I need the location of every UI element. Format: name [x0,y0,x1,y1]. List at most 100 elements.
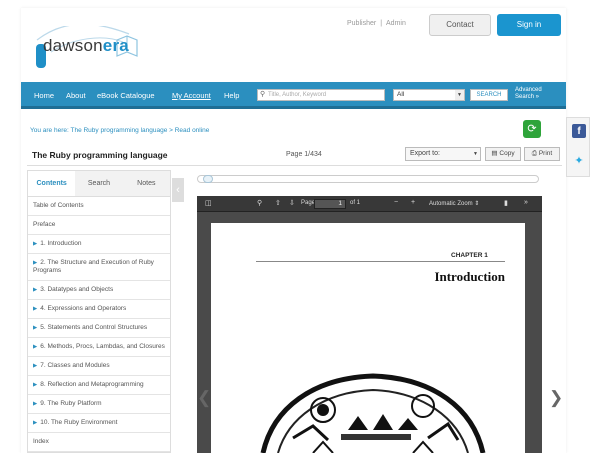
toc-item-label: 1. Introduction [40,240,82,247]
admin-link[interactable]: Admin [386,20,406,27]
breadcrumb[interactable]: You are here: The Ruby programming langu… [30,127,209,134]
slider-handle[interactable] [203,175,213,183]
toc-item-label: 4. Expressions and Operators [40,305,127,312]
search-placeholder: Title, Author, Keyword [268,92,327,98]
toc-item[interactable]: ▶ 1. Introduction [28,235,170,254]
copy-icon: ▤ [491,150,498,157]
chapter-illustration [260,373,486,453]
zoom-out-icon[interactable]: − [394,199,398,206]
chapter-title: Introduction [434,269,505,284]
tab-notes[interactable]: Notes [123,171,170,196]
nav-about[interactable]: About [66,91,86,100]
toc-item[interactable]: ▶ 3. Datatypes and Objects [28,281,170,300]
next-page-arrow[interactable]: ❯ [549,388,563,408]
double-chevron-right-icon[interactable]: » [524,199,528,206]
zoom-in-icon[interactable]: + [411,199,415,206]
advanced-search-link[interactable]: Advanced Search » [515,87,542,101]
expand-arrow-icon[interactable]: ▶ [33,306,37,312]
toc-item[interactable]: ▶ 5. Statements and Control Structures [28,319,170,338]
bookmark-icon[interactable]: ▮ [504,199,508,207]
expand-arrow-icon[interactable]: ▶ [33,344,37,350]
advanced-search-line1: Advanced [515,87,542,93]
expand-arrow-icon[interactable]: ▶ [33,401,37,407]
nav-my-account[interactable]: My Account [172,91,211,100]
chapter-rule [256,261,505,262]
logo-text: dawsonera [43,36,129,55]
toc-item[interactable]: ▶ 2. The Structure and Execution of Ruby … [28,254,170,281]
toc-item[interactable]: ▶ 6. Methods, Procs, Lambdas, and Closure… [28,338,170,357]
share-button[interactable]: ⟳ [523,120,541,138]
tab-search[interactable]: Search [75,171,122,196]
toc-item-label: Preface [33,221,56,228]
share-icon: ⟳ [527,123,537,135]
toc-item-label: 2. The Structure and Execution of Ruby P… [33,259,154,274]
nav-ebook-catalogue[interactable]: eBook Catalogue [97,91,155,100]
contact-button[interactable]: Contact [429,14,491,36]
sidebar: Contents Search Notes Table of Contents P… [27,170,171,453]
chapter-label: CHAPTER 1 [451,252,488,259]
toc-item-label: Index [33,438,49,445]
toc-item[interactable]: ▶ 4. Expressions and Operators [28,300,170,319]
advanced-search-line2: Search » [515,94,540,100]
search-scope-select[interactable]: All ▼ [393,89,465,101]
page-of-label: of 1 [350,200,361,206]
toc-item[interactable]: ▶ 10. The Ruby Environment [28,414,170,433]
toc-list: Table of Contents Preface ▶ 1. Introduction… [28,197,170,452]
toc-item-label: 8. Reflection and Metaprogramming [40,381,144,388]
divider [27,165,562,166]
search-scope-value: All [397,91,405,98]
export-label: Export to: [410,150,440,157]
previous-page-arrow[interactable]: ❮ [197,388,211,408]
twitter-icon[interactable]: ✦ [572,154,586,168]
search-button[interactable]: SEARCH [470,89,508,101]
sidebar-toggle-icon[interactable]: ◫ [205,199,212,207]
main-navbar: Home About eBook Catalogue My Account He… [21,82,566,109]
arrow-down-icon[interactable]: ⇩ [289,199,295,207]
toc-item[interactable]: Preface [28,216,170,235]
viewer-toolbar: ◫ ⚲ ⇧ ⇩ Page: 1 of 1 − + Automatic Zoom … [197,196,542,212]
top-links-separator: | [380,20,383,27]
page-number-input[interactable]: 1 [314,199,346,209]
chevron-down-icon: ▼ [473,151,478,157]
expand-arrow-icon[interactable]: ▶ [33,325,37,331]
nav-home[interactable]: Home [34,91,54,100]
search-input[interactable]: ⚲ Title, Author, Keyword [257,89,385,101]
page-container: dawsonera Publisher | Admin Contact Sign… [21,8,566,453]
search-icon[interactable]: ⚲ [257,199,262,207]
print-button[interactable]: ⎙ Print [524,147,560,161]
toc-item[interactable]: ▶ 9. The Ruby Platform [28,395,170,414]
sign-in-button[interactable]: Sign in [497,14,561,36]
expand-arrow-icon[interactable]: ▶ [33,260,37,266]
toc-item[interactable]: Table of Contents [28,197,170,216]
arrow-up-icon[interactable]: ⇧ [275,199,281,207]
reading-progress-slider[interactable] [197,175,539,183]
search-icon: ⚲ [260,91,266,98]
toc-item[interactable]: ▶ 8. Reflection and Metaprogramming [28,376,170,395]
expand-arrow-icon[interactable]: ▶ [33,241,37,247]
toc-item-label: 3. Datatypes and Objects [40,286,114,293]
toc-item-label: 6. Methods, Procs, Lambdas, and Closures [40,343,165,350]
toc-item-label: 9. The Ruby Platform [40,400,102,407]
sidebar-collapse-button[interactable]: ‹ [172,178,184,202]
toc-item-label: 10. The Ruby Environment [40,419,118,426]
expand-arrow-icon[interactable]: ▶ [33,363,37,369]
pdf-viewer: ◫ ⚲ ⇧ ⇩ Page: 1 of 1 − + Automatic Zoom … [197,196,542,453]
tab-contents[interactable]: Contents [28,171,76,196]
facebook-icon[interactable]: f [572,124,586,138]
nav-help[interactable]: Help [224,91,239,100]
expand-arrow-icon[interactable]: ▶ [33,382,37,388]
book-title: The Ruby programming language [32,150,168,160]
publisher-link[interactable]: Publisher [347,20,376,27]
expand-arrow-icon[interactable]: ▶ [33,287,37,293]
toc-item[interactable]: ▶ 7. Classes and Modules [28,357,170,376]
pdf-page: CHAPTER 1 Introduction [211,223,525,453]
export-select[interactable]: Export to: ▼ [405,147,481,161]
expand-arrow-icon[interactable]: ▶ [33,420,37,426]
page-indicator: Page 1/434 [286,151,322,158]
toc-item-label: 5. Statements and Control Structures [40,324,148,331]
toc-item[interactable]: Index [28,433,170,452]
top-links: Publisher | Admin [347,20,406,27]
chevron-left-icon: ‹ [176,184,180,196]
copy-button[interactable]: ▤ Copy [485,147,521,161]
zoom-select[interactable]: Automatic Zoom ⇕ [429,200,479,207]
